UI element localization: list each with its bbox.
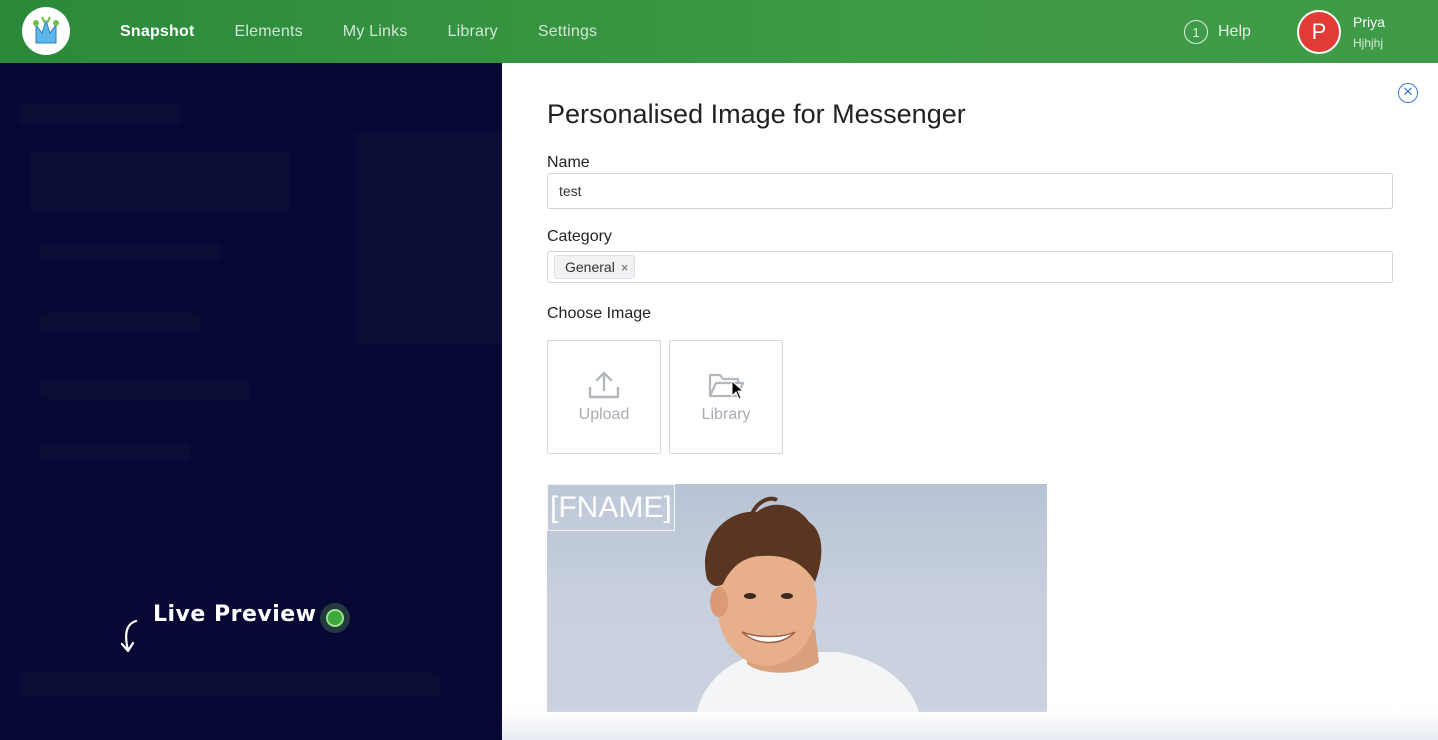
nav-settings[interactable]: Settings — [538, 23, 597, 41]
nav-snapshot[interactable]: Snapshot — [120, 23, 195, 41]
user-subtitle: Hjhjhj — [1353, 36, 1384, 50]
library-label: Library — [701, 406, 751, 423]
ghost-row — [40, 443, 190, 461]
user-name: Priya — [1353, 14, 1385, 30]
nav-my-links[interactable]: My Links — [343, 23, 408, 41]
top-navbar: Snapshot Elements My Links Library Setti… — [0, 0, 1438, 63]
image-preview: [FNAME] — [547, 484, 1047, 712]
category-tag-label: General — [565, 259, 615, 275]
avatar[interactable]: P — [1297, 10, 1341, 54]
ghost-card — [30, 153, 290, 213]
logo-icon[interactable] — [22, 7, 70, 55]
upload-button[interactable]: Upload — [547, 340, 661, 454]
mouse-pointer-icon — [731, 380, 745, 400]
bottom-fade — [502, 708, 1438, 740]
library-button[interactable]: Library — [669, 340, 783, 454]
tag-remove-icon[interactable]: × — [621, 260, 629, 275]
ghost-panel — [355, 133, 502, 343]
category-tag: General × — [554, 255, 636, 279]
ghost-row — [40, 243, 220, 261]
ghost-row — [40, 381, 250, 399]
name-input[interactable] — [547, 173, 1393, 209]
help-link[interactable]: 1 Help — [1184, 19, 1251, 45]
live-status-dot — [326, 609, 344, 627]
choose-image-label: Choose Image — [547, 305, 652, 322]
fname-placeholder[interactable]: [FNAME] — [547, 484, 675, 531]
upload-label: Upload — [578, 406, 630, 423]
nav-elements[interactable]: Elements — [235, 23, 303, 41]
help-label: Help — [1218, 23, 1251, 40]
live-preview-label: Live Preview — [153, 602, 317, 627]
ghost-footer — [20, 673, 440, 697]
nav-library[interactable]: Library — [448, 23, 498, 41]
category-label: Category — [547, 228, 612, 245]
category-input[interactable]: General × — [547, 251, 1393, 283]
background-overlay — [0, 63, 502, 740]
curved-arrow-icon — [120, 619, 138, 653]
panel-title: Personalised Image for Messenger — [547, 99, 966, 129]
upload-icon — [588, 371, 620, 399]
info-circle-icon: 1 — [1184, 20, 1208, 44]
ghost-heading — [20, 103, 180, 125]
name-label: Name — [547, 154, 590, 171]
live-status-indicator — [320, 603, 350, 633]
close-circle-icon[interactable]: ✕ — [1398, 83, 1418, 103]
side-panel: ✕ Personalised Image for Messenger Name … — [502, 63, 1438, 740]
main-nav: Snapshot Elements My Links Library Setti… — [120, 0, 637, 63]
ghost-row — [40, 313, 200, 331]
